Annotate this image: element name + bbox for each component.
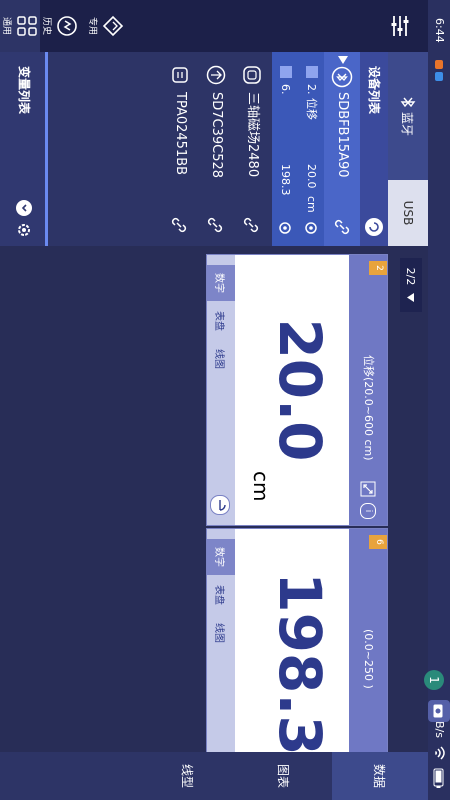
link-icon[interactable] (242, 216, 260, 234)
special-icon (102, 15, 124, 37)
tab-linetype[interactable]: 线型 (140, 752, 236, 800)
link-icon[interactable] (170, 216, 188, 234)
tab-bluetooth-label: 蓝牙 (400, 111, 415, 136)
page-selector[interactable]: 2/2 (400, 258, 422, 312)
gear-icon[interactable] (16, 222, 32, 238)
card-title: (0.0~250 ) (362, 629, 375, 689)
channel-value: 20.0 (305, 164, 318, 189)
segment-digital[interactable]: 数字 (207, 265, 235, 301)
tab-bluetooth[interactable]: 蓝牙 (388, 52, 428, 180)
mode-strip: 数据 图表 线型 (0, 752, 428, 800)
tab-usb-label: USB (401, 200, 415, 226)
variable-list-title: 变量列表 (17, 66, 31, 115)
card-header: 2 位移(20.0~600 cm) i (349, 255, 387, 525)
segment-line[interactable]: 线图 (207, 341, 235, 377)
device-row[interactable]: SD7C39C528 (198, 52, 234, 246)
active-device-name: SDBFB15A90 (335, 92, 350, 178)
channel-checkbox[interactable] (306, 66, 318, 78)
tab-usb[interactable]: USB (388, 180, 428, 246)
camera-icon (433, 704, 445, 718)
toolbar-special[interactable]: 专用 (86, 0, 128, 52)
general-icon (17, 16, 37, 36)
device-row[interactable]: 三轴磁场2480 (234, 52, 270, 246)
chevron-down-icon (407, 293, 415, 303)
link-icon[interactable] (333, 218, 351, 236)
channel-badge: 2 (369, 261, 387, 275)
link-icon[interactable] (206, 216, 224, 234)
card-value: 20.0 (266, 318, 334, 462)
channel-unit: cm (305, 196, 318, 213)
info-icon[interactable]: i (360, 503, 376, 519)
card-unit: cm (249, 471, 273, 502)
toolbar-general[interactable]: 通用 (0, 0, 40, 52)
tab-data[interactable]: 数据 (332, 752, 428, 800)
channel-badge: 6 (369, 535, 387, 549)
channel-checkbox[interactable] (280, 66, 292, 78)
sensor-probe-icon (170, 64, 190, 86)
history-icon (56, 15, 78, 37)
segment-dial[interactable]: 表盘 (207, 577, 235, 613)
data-card: 2 位移(20.0~600 cm) i 20.0 cm 数字 表盘 线图 (206, 254, 388, 526)
variable-list-bar[interactable]: 变量列表 (0, 52, 48, 246)
card-title: 位移(20.0~600 cm) (362, 355, 375, 461)
channel-row[interactable]: 6. 198.3 (272, 52, 298, 246)
device-panel: 蓝牙 USB 设备列表 SDBFB15A90 2. 位移 20.0 cm 6. … (0, 52, 428, 246)
notification-count-badge[interactable]: 1 (424, 670, 444, 690)
tab-linetype-label: 线型 (180, 763, 195, 788)
collapse-arrow-icon (338, 56, 348, 64)
clock: 6:44 (433, 18, 446, 43)
magnet-sensor-icon (242, 64, 262, 86)
expand-icon[interactable] (16, 200, 32, 216)
bluetooth-icon (400, 96, 416, 108)
notification-icons (428, 58, 450, 88)
camera-button[interactable] (428, 700, 450, 722)
channel-settings-icon[interactable] (277, 220, 293, 236)
page-selector-value: 2/2 (404, 267, 418, 286)
device-name: 三轴磁场2480 (245, 92, 260, 178)
channel-value: 198.3 (279, 164, 292, 196)
segment-line[interactable]: 线图 (207, 615, 235, 651)
active-device-row[interactable]: SDBFB15A90 (324, 52, 360, 246)
channel-index: 6. (279, 84, 292, 95)
notification-count: 1 (427, 676, 441, 684)
device-name: TPA02451BB (173, 92, 188, 176)
tab-data-label: 数据 (372, 763, 387, 788)
segment-dial[interactable]: 表盘 (207, 303, 235, 339)
device-list-title: 设备列表 (367, 66, 381, 115)
toolbar-general-label: 通用 (1, 16, 11, 35)
wireless-sensor-icon (206, 64, 226, 86)
display-mode-segments: 数字 表盘 线图 (207, 255, 235, 525)
connection-tabs: 蓝牙 USB (388, 52, 428, 246)
device-name: SD7C39C528 (209, 92, 224, 179)
battery-icon (428, 768, 450, 790)
toolbar-history[interactable]: 历史 (40, 0, 82, 52)
device-row[interactable]: TPA02451BB (162, 52, 198, 246)
bluetooth-device-icon (331, 66, 353, 88)
channel-row[interactable]: 2. 位移 20.0 cm (298, 52, 324, 246)
segment-digital[interactable]: 数字 (207, 539, 235, 575)
left-toolbar: 专用 历史 通用 (0, 0, 428, 52)
channel-index: 2. (305, 84, 318, 95)
tab-chart-label: 图表 (276, 763, 291, 788)
refresh-icon[interactable] (365, 218, 383, 236)
device-list-header: 设备列表 (360, 52, 388, 246)
toolbar-history-label: 历史 (41, 16, 51, 35)
card-value-area: 20.0 cm (235, 255, 349, 525)
settings-sliders-button[interactable] (373, 0, 428, 52)
wifi-icon (428, 746, 450, 760)
zero-icon[interactable] (210, 495, 230, 515)
toolbar-special-label: 专用 (87, 16, 97, 35)
tab-chart[interactable]: 图表 (236, 752, 332, 800)
sliders-icon (390, 14, 410, 38)
channel-name: 位移 (305, 98, 318, 120)
channel-settings-icon[interactable] (303, 220, 319, 236)
fullscreen-icon[interactable] (360, 481, 376, 497)
